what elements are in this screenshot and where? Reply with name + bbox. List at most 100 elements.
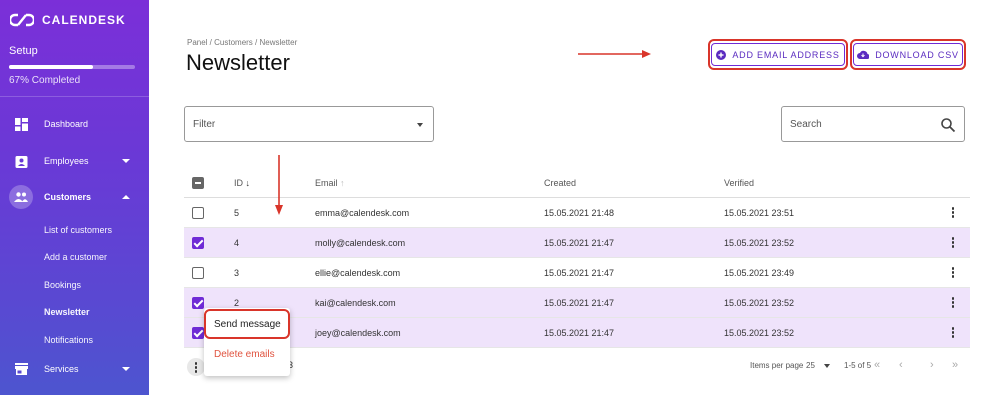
cell-email: kai@calendesk.com bbox=[315, 298, 396, 308]
annotation-arrow-right-icon bbox=[578, 50, 651, 58]
setup-progress-fill bbox=[9, 65, 94, 69]
select-all-checkbox[interactable] bbox=[192, 177, 204, 189]
cell-id: 5 bbox=[234, 208, 240, 218]
sidebar-item-label: Services bbox=[44, 364, 79, 374]
sidebar-subitem-list-of-customers[interactable]: List of customers bbox=[44, 225, 112, 235]
row-checkbox[interactable] bbox=[192, 297, 204, 309]
download-csv-label: DOWNLOAD CSV bbox=[875, 49, 959, 60]
sidebar-divider bbox=[0, 96, 149, 97]
cell-created: 15.05.2021 21:47 bbox=[544, 328, 615, 338]
column-header-id[interactable]: ID ↓ bbox=[234, 178, 250, 188]
cloud-download-icon bbox=[857, 50, 870, 59]
brand-name: CALENDESK bbox=[42, 13, 126, 27]
cell-created: 15.05.2021 21:47 bbox=[544, 298, 615, 308]
cell-verified: 15.05.2021 23:51 bbox=[724, 208, 795, 218]
brand[interactable]: CALENDESK bbox=[10, 12, 126, 28]
cell-verified: 15.05.2021 23:52 bbox=[724, 328, 795, 338]
cell-created: 15.05.2021 21:47 bbox=[544, 238, 615, 248]
cell-verified: 15.05.2021 23:52 bbox=[724, 238, 795, 248]
filter-select[interactable]: Filter bbox=[184, 106, 434, 142]
arrow-down-icon: ↓ bbox=[245, 178, 251, 188]
sidebar-item-services[interactable]: Services bbox=[0, 355, 149, 383]
row-checkbox[interactable] bbox=[192, 207, 204, 219]
column-header-email-label: Email bbox=[315, 178, 338, 188]
last-page-icon[interactable]: » bbox=[952, 359, 958, 371]
setup-title[interactable]: Setup bbox=[9, 45, 38, 57]
cell-email: joey@calendesk.com bbox=[315, 328, 401, 338]
sidebar-item-employees[interactable]: Employees bbox=[0, 147, 149, 175]
row-more-icon[interactable] bbox=[950, 237, 956, 249]
items-per-page-label: Items per page bbox=[750, 361, 804, 370]
cell-email: molly@calendesk.com bbox=[315, 238, 406, 248]
chevron-up-icon bbox=[122, 195, 130, 199]
bulk-actions-button[interactable] bbox=[187, 358, 205, 376]
cell-created: 15.05.2021 21:48 bbox=[544, 208, 615, 218]
sidebar-subitem-notifications[interactable]: Notifications bbox=[44, 335, 93, 345]
cell-created: 15.05.2021 21:47 bbox=[544, 268, 615, 278]
first-page-icon[interactable]: « bbox=[874, 359, 880, 371]
row-more-icon[interactable] bbox=[950, 327, 956, 339]
sidebar-item-label: Customers bbox=[44, 192, 92, 202]
search-placeholder: Search bbox=[790, 119, 822, 130]
table-row[interactable]: 2 kai@calendesk.com 15.05.2021 21:47 15.05.… bbox=[184, 288, 970, 318]
pagination-range: 1-5 of 5 bbox=[844, 361, 872, 370]
filter-label: Filter bbox=[193, 119, 216, 130]
setup-progress-bar bbox=[9, 65, 135, 69]
column-header-verified[interactable]: Verified bbox=[724, 178, 754, 188]
annotation-arrow-down-icon bbox=[275, 155, 283, 215]
table-row[interactable]: 1joey@calendesk.com15.05.2021 21:4715.05… bbox=[184, 318, 970, 348]
previous-page-icon[interactable]: ‹ bbox=[899, 359, 903, 371]
row-more-icon[interactable] bbox=[950, 267, 956, 279]
search-icon[interactable] bbox=[940, 117, 956, 133]
sidebar-subitem-add-customer[interactable]: Add a customer bbox=[44, 252, 107, 262]
table-row[interactable]: 4 molly@calendesk.com 15.05.2021 21:47 15.0… bbox=[184, 228, 970, 258]
table-header: ID ↓ Email ↑ Created Verified bbox=[184, 168, 970, 198]
sidebar-subitem-bookings[interactable]: Bookings bbox=[44, 280, 81, 290]
table-row[interactable]: 5 emma@calendesk.com 15.05.2021 21:48 15.05… bbox=[184, 198, 970, 228]
page-title: Newsletter bbox=[186, 50, 290, 75]
sidebar-item-label: Employees bbox=[44, 156, 89, 166]
row-checkbox[interactable] bbox=[192, 267, 204, 279]
cell-verified: 15.05.2021 23:49 bbox=[724, 268, 795, 278]
add-email-address-label: ADD EMAIL ADDRESS bbox=[732, 49, 840, 60]
add-email-address-button[interactable]: ADD EMAIL ADDRESS bbox=[711, 43, 845, 66]
cell-id: 4 bbox=[234, 238, 240, 248]
row-more-icon[interactable] bbox=[950, 297, 956, 309]
sidebar-item-customers[interactable]: Customers bbox=[0, 183, 149, 211]
setup-progress-text: 67% Completed bbox=[9, 75, 81, 86]
cell-email: ellie@calendesk.com bbox=[315, 268, 401, 278]
search-input[interactable]: Search bbox=[781, 106, 965, 142]
cell-verified: 15.05.2021 23:52 bbox=[724, 298, 795, 308]
table-row[interactable]: 3 ellie@calendesk.com 15.05.2021 21:47 15.0… bbox=[184, 258, 970, 288]
annotation-highlight bbox=[204, 309, 290, 339]
sidebar-subitem-newsletter[interactable]: Newsletter bbox=[44, 307, 90, 317]
items-per-page-select[interactable]: 25 bbox=[806, 361, 815, 370]
row-checkbox[interactable] bbox=[192, 327, 204, 339]
sidebar-item-label: Dashboard bbox=[44, 119, 89, 129]
delete-emails-menu-item[interactable]: Delete emails bbox=[214, 349, 275, 360]
chevron-down-icon bbox=[417, 123, 423, 127]
add-circle-icon bbox=[716, 49, 727, 60]
cell-email: emma@calendesk.com bbox=[315, 208, 410, 218]
customers-icon bbox=[9, 185, 33, 209]
chevron-down-icon bbox=[122, 367, 130, 371]
column-header-created[interactable]: Created bbox=[544, 178, 576, 188]
row-more-icon[interactable] bbox=[950, 207, 956, 219]
column-header-email[interactable]: Email ↑ bbox=[315, 178, 345, 188]
chevron-down-icon bbox=[122, 159, 130, 163]
cell-id: 2 bbox=[234, 298, 240, 308]
calendesk-logo-icon bbox=[10, 13, 34, 27]
next-page-icon[interactable]: › bbox=[930, 359, 934, 371]
employee-badge-icon bbox=[14, 154, 28, 168]
breadcrumb: Panel / Customers / Newsletter bbox=[187, 38, 298, 47]
sidebar: CALENDESK Setup 67% Completed Dashboard … bbox=[0, 0, 149, 395]
chevron-down-icon bbox=[824, 364, 830, 368]
row-checkbox[interactable] bbox=[192, 237, 204, 249]
download-csv-button[interactable]: DOWNLOAD CSV bbox=[853, 43, 963, 66]
dashboard-icon bbox=[14, 117, 28, 131]
store-icon bbox=[14, 362, 28, 376]
sidebar-item-dashboard[interactable]: Dashboard bbox=[0, 110, 149, 138]
cell-id: 3 bbox=[234, 268, 240, 278]
column-header-id-label: ID bbox=[234, 178, 243, 188]
arrow-up-icon: ↑ bbox=[340, 178, 345, 188]
